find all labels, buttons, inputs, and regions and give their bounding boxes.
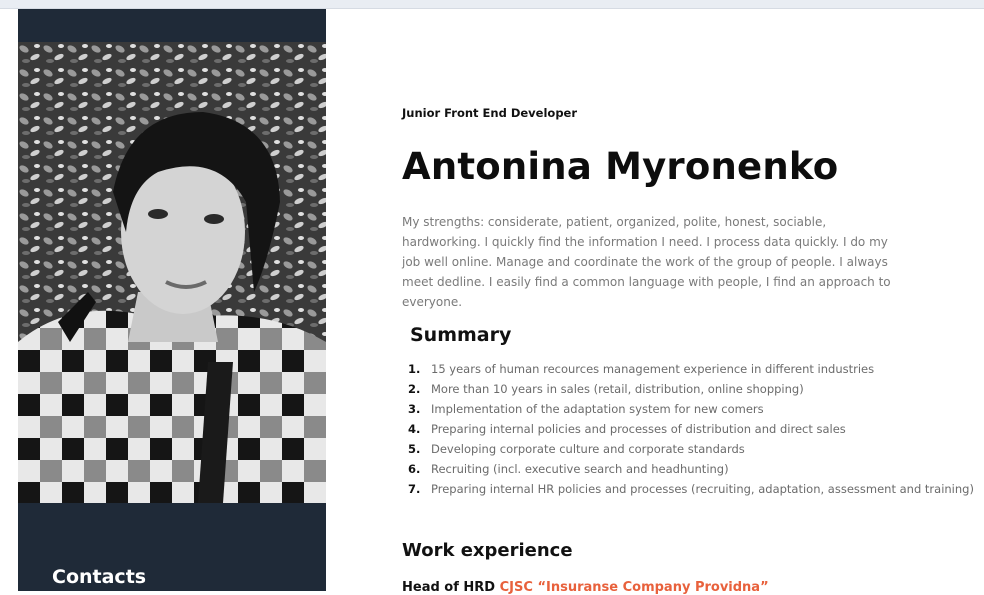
work-experience-heading: Work experience: [402, 540, 573, 561]
summary-heading: Summary: [410, 324, 512, 346]
summary-list: 1. 15 years of human recources management…: [402, 359, 984, 499]
list-number: 1.: [408, 362, 421, 376]
list-item: 7. Preparing internal HR policies and pro…: [402, 479, 984, 499]
work-role: Head of HRD: [402, 580, 496, 595]
work-entry-title: Head of HRD CJSC “Insuranse Company Prov…: [402, 580, 769, 595]
list-text: 15 years of human recources management e…: [431, 362, 875, 376]
list-text: Recruiting (incl. executive search and h…: [431, 462, 729, 476]
list-text: Developing corporate culture and corpora…: [431, 442, 745, 456]
strengths-paragraph: My strengths: considerate, patient, orga…: [402, 215, 891, 309]
list-number: 4.: [408, 422, 421, 436]
list-item: 6. Recruiting (incl. executive search and…: [402, 459, 984, 479]
list-text: Preparing internal HR policies and proce…: [431, 482, 974, 496]
list-text: Preparing internal policies and processe…: [431, 422, 846, 436]
list-number: 6.: [408, 462, 421, 476]
list-item: 4. Preparing internal policies and proces…: [402, 419, 984, 439]
job-title: Junior Front End Developer: [402, 106, 578, 120]
list-item: 1. 15 years of human recources management…: [402, 359, 984, 379]
contacts-heading: Contacts: [52, 566, 147, 588]
sidebar: Contacts: [18, 9, 326, 591]
company-link[interactable]: CJSC “Insuranse Company Providna”: [500, 580, 769, 595]
list-number: 5.: [408, 442, 421, 456]
resume-main: Junior Front End Developer Antonina Myro…: [402, 0, 984, 595]
person-name: Antonina Myronenko: [402, 145, 839, 188]
list-text: More than 10 years in sales (retail, dis…: [431, 382, 804, 396]
profile-photo: [18, 42, 326, 503]
list-item: 2. More than 10 years in sales (retail, d…: [402, 379, 984, 399]
list-item: 3. Implementation of the adaptation syste…: [402, 399, 984, 419]
list-number: 7.: [408, 482, 421, 496]
list-number: 3.: [408, 402, 421, 416]
list-number: 2.: [408, 382, 421, 396]
list-item: 5. Developing corporate culture and corpo…: [402, 439, 984, 459]
list-text: Implementation of the adaptation system …: [431, 402, 764, 416]
